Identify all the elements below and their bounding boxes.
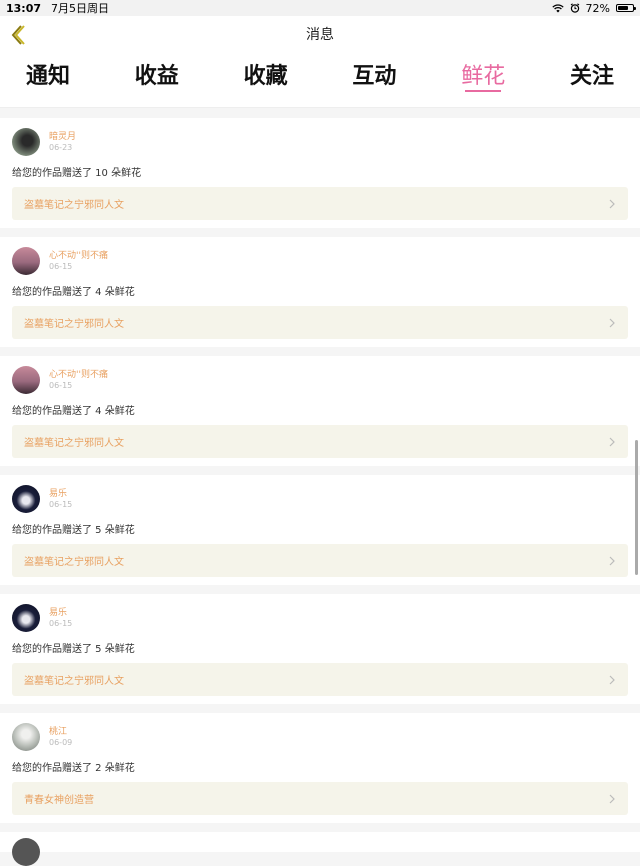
user-name[interactable]: 心不动''则不痛 — [49, 250, 108, 262]
battery-percent: 72% — [585, 1, 610, 15]
user-row: 暗灵月 06-23 — [12, 128, 628, 156]
scrollbar[interactable] — [635, 440, 638, 575]
message-text: 给您的作品赠送了 4 朵鲜花 — [12, 406, 135, 417]
user-name[interactable]: 暗灵月 — [49, 131, 76, 143]
avatar[interactable] — [12, 723, 40, 751]
status-date: 7月5日周日 — [51, 2, 110, 15]
list-item — [0, 832, 640, 866]
message-text: 给您的作品赠送了 5 朵鲜花 — [12, 644, 135, 655]
status-right: 72% — [551, 1, 636, 15]
tab-flowers[interactable]: 鲜花 — [461, 52, 505, 107]
avatar[interactable] — [12, 485, 40, 513]
list-item: 桃江 06-09 给您的作品赠送了 2 朵鲜花 青春女神创造营 — [0, 713, 640, 823]
message-text: 给您的作品赠送了 4 朵鲜花 — [12, 287, 135, 298]
user-info: 易乐 06-15 — [49, 607, 72, 629]
list-item: 易乐 06-15 给您的作品赠送了 5 朵鲜花 盗墓笔记之宁邪同人文 — [0, 475, 640, 585]
user-row: 心不动''则不痛 06-15 — [12, 247, 628, 275]
message-date: 06-15 — [49, 262, 73, 271]
status-time: 13:07 — [6, 1, 42, 15]
avatar[interactable] — [12, 247, 40, 275]
battery-fill — [618, 6, 629, 10]
message-list: 暗灵月 06-23 给您的作品赠送了 10 朵鲜花 盗墓笔记之宁邪同人文 心不动… — [0, 118, 640, 866]
work-title: 盗墓笔记之宁邪同人文 — [24, 676, 124, 687]
user-info: 易乐 06-15 — [49, 488, 72, 510]
tab-interactions[interactable]: 互动 — [352, 52, 396, 107]
user-row: 易乐 06-15 — [12, 485, 628, 513]
user-info: 心不动''则不痛 06-15 — [49, 250, 108, 272]
work-title: 盗墓笔记之宁邪同人文 — [24, 438, 124, 449]
user-name[interactable]: 易乐 — [49, 607, 72, 619]
battery-icon — [616, 4, 636, 12]
page-title: 消息 — [306, 27, 334, 43]
list-item: 心不动''则不痛 06-15 给您的作品赠送了 4 朵鲜花 盗墓笔记之宁邪同人文 — [0, 237, 640, 347]
avatar[interactable] — [12, 604, 40, 632]
chevron-right-icon — [609, 675, 615, 684]
user-row: 心不动''则不痛 06-15 — [12, 366, 628, 394]
work-link[interactable]: 盗墓笔记之宁邪同人文 — [12, 663, 628, 696]
list-item: 易乐 06-15 给您的作品赠送了 5 朵鲜花 盗墓笔记之宁邪同人文 — [0, 594, 640, 704]
tab-earnings[interactable]: 收益 — [135, 52, 179, 107]
work-link[interactable]: 盗墓笔记之宁邪同人文 — [12, 187, 628, 220]
work-title: 盗墓笔记之宁邪同人文 — [24, 319, 124, 330]
avatar[interactable] — [12, 128, 40, 156]
section-gap — [0, 108, 640, 118]
status-bar: 13:07 7月5日周日 72% — [0, 0, 640, 16]
work-link[interactable]: 盗墓笔记之宁邪同人文 — [12, 425, 628, 458]
message-date: 06-09 — [49, 738, 73, 747]
message-text: 给您的作品赠送了 2 朵鲜花 — [12, 763, 135, 774]
work-link[interactable]: 盗墓笔记之宁邪同人文 — [12, 306, 628, 339]
message-date: 06-15 — [49, 500, 73, 509]
message-text: 给您的作品赠送了 5 朵鲜花 — [12, 525, 135, 536]
tab-favorites[interactable]: 收藏 — [244, 52, 288, 107]
alarm-clock-icon — [570, 3, 579, 13]
work-link[interactable]: 盗墓笔记之宁邪同人文 — [12, 544, 628, 577]
message-date: 06-15 — [49, 619, 73, 628]
chevron-right-icon — [609, 556, 615, 565]
work-link[interactable]: 青春女神创造营 — [12, 782, 628, 815]
user-info: 心不动''则不痛 06-15 — [49, 369, 108, 391]
list-item: 暗灵月 06-23 给您的作品赠送了 10 朵鲜花 盗墓笔记之宁邪同人文 — [0, 118, 640, 228]
list-item: 心不动''则不痛 06-15 给您的作品赠送了 4 朵鲜花 盗墓笔记之宁邪同人文 — [0, 356, 640, 466]
tab-notifications[interactable]: 通知 — [26, 52, 70, 107]
user-row: 易乐 06-15 — [12, 604, 628, 632]
avatar[interactable] — [12, 366, 40, 394]
status-left: 13:07 7月5日周日 — [6, 0, 109, 16]
tab-bar: 通知 收益 收藏 互动 鲜花 关注 — [0, 52, 640, 108]
message-text: 给您的作品赠送了 10 朵鲜花 — [12, 168, 142, 179]
back-arrow-icon[interactable] — [8, 24, 28, 46]
user-info: 桃江 06-09 — [49, 726, 72, 748]
work-title: 盗墓笔记之宁邪同人文 — [24, 557, 124, 568]
user-name[interactable]: 桃江 — [49, 726, 72, 738]
user-info: 暗灵月 06-23 — [49, 131, 76, 153]
avatar[interactable] — [12, 838, 40, 866]
user-name[interactable]: 心不动''则不痛 — [49, 369, 108, 381]
chevron-right-icon — [609, 437, 615, 446]
message-date: 06-23 — [49, 143, 73, 152]
wifi-icon — [551, 3, 564, 12]
tab-following[interactable]: 关注 — [570, 52, 614, 107]
chevron-right-icon — [609, 318, 615, 327]
message-date: 06-15 — [49, 381, 73, 390]
user-name[interactable]: 易乐 — [49, 488, 72, 500]
work-title: 盗墓笔记之宁邪同人文 — [24, 200, 124, 211]
chevron-right-icon — [609, 199, 615, 208]
user-row: 桃江 06-09 — [12, 723, 628, 751]
work-title: 青春女神创造营 — [24, 795, 94, 806]
chevron-right-icon — [609, 794, 615, 803]
navbar: 消息 — [0, 16, 640, 52]
